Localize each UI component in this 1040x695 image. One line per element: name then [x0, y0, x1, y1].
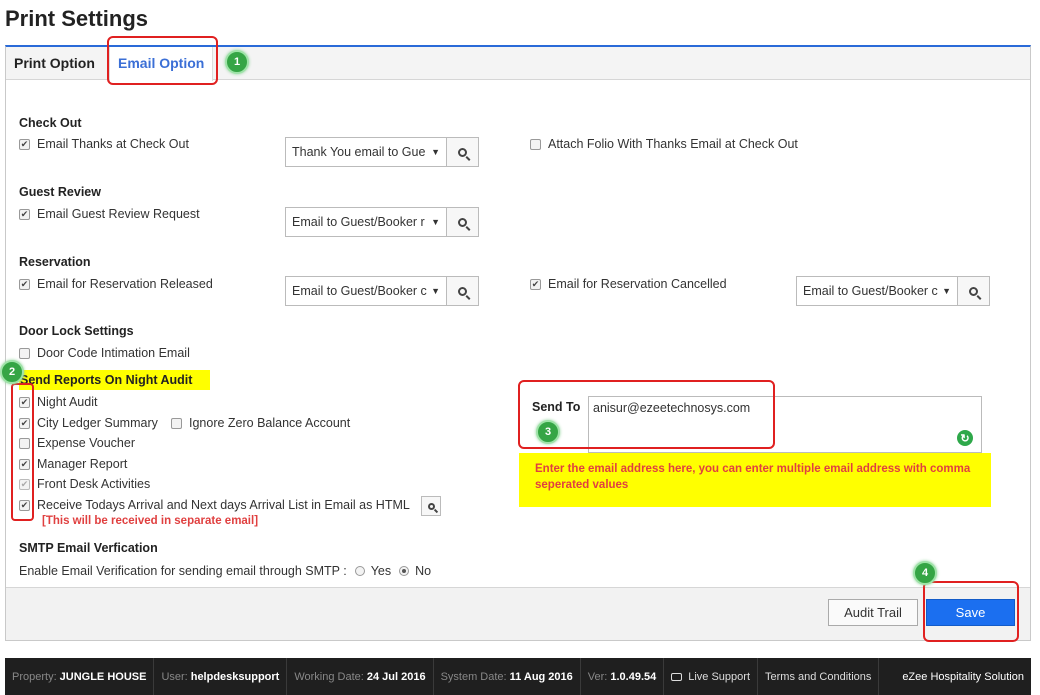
- caret-down-icon: ▼: [431, 147, 440, 157]
- review-select[interactable]: Email to Guest/Booker r ▼: [285, 207, 447, 237]
- status-bar: Property: JUNGLE HOUSE User: helpdesksuppo…: [5, 658, 1031, 695]
- reservation-released-select[interactable]: Email to Guest/Booker c ▼: [285, 276, 447, 306]
- review-select-group: Email to Guest/Booker r ▼: [285, 207, 479, 237]
- checkout-thanks-select[interactable]: Thank You email to Gue ▼: [285, 137, 447, 167]
- attach-folio-label: Attach Folio With Thanks Email at Check …: [548, 137, 798, 151]
- annotation-box-tab: [107, 36, 218, 85]
- attach-folio-checkbox[interactable]: Attach Folio With Thanks Email at Check …: [530, 137, 798, 151]
- checkbox-unchecked-icon: [19, 347, 30, 359]
- reservation-cancelled-select-group: Email to Guest/Booker c ▼: [796, 276, 990, 306]
- reservation-cancelled-select[interactable]: Email to Guest/Booker c ▼: [796, 276, 958, 306]
- refresh-icon[interactable]: ↻: [957, 430, 973, 446]
- smtp-yes-label[interactable]: Yes: [371, 564, 391, 578]
- annotation-box-checkboxes: [11, 383, 34, 521]
- status-working-date: Working Date: 24 Jul 2016: [287, 658, 434, 695]
- smtp-yes-radio[interactable]: [354, 566, 365, 576]
- reservation-released-label: Email for Reservation Released: [37, 277, 213, 291]
- checkbox-unchecked-icon: [530, 138, 541, 150]
- search-icon: [969, 286, 978, 296]
- manager-report-checkbox[interactable]: ✔ Manager Report: [19, 457, 127, 471]
- chat-icon: [671, 672, 683, 681]
- checkbox-checked-icon: ✔: [19, 278, 30, 290]
- review-checkbox[interactable]: ✔ Email Guest Review Request: [19, 207, 200, 221]
- arrival-list-checkbox[interactable]: ✔ Receive Todays Arrival and Next days A…: [19, 498, 410, 512]
- city-ledger-checkbox[interactable]: ✔ City Ledger Summary: [19, 416, 158, 430]
- page-title: Print Settings: [5, 6, 149, 31]
- annotation-badge-3: 3: [536, 420, 560, 444]
- checkout-thanks-select-group: Thank You email to Gue ▼: [285, 137, 479, 167]
- brand-label: eZee Hospitality Solution: [902, 670, 1024, 683]
- arrival-list-search-button[interactable]: [421, 496, 441, 516]
- search-icon: [458, 147, 467, 157]
- checkbox-unchecked-icon: [171, 417, 182, 429]
- reservation-title: Reservation: [19, 255, 91, 269]
- smtp-title: SMTP Email Verfication: [19, 541, 158, 555]
- reservation-released-checkbox[interactable]: ✔ Email for Reservation Released: [19, 277, 213, 291]
- status-version: Ver: 1.0.49.54: [581, 658, 665, 695]
- caret-down-icon: ▼: [431, 217, 440, 227]
- audit-trail-button[interactable]: Audit Trail: [828, 599, 918, 626]
- expense-voucher-checkbox[interactable]: Expense Voucher: [19, 436, 135, 450]
- doorlock-label: Door Code Intimation Email: [37, 346, 190, 360]
- caret-down-icon: ▼: [942, 286, 951, 296]
- checkout-thanks-search-button[interactable]: [447, 137, 479, 167]
- night-audit-title: Send Reports On Night Audit: [20, 373, 193, 387]
- checkbox-checked-icon: ✔: [19, 138, 30, 150]
- reservation-cancelled-search-button[interactable]: [958, 276, 990, 306]
- review-search-button[interactable]: [447, 207, 479, 237]
- reservation-released-search-button[interactable]: [447, 276, 479, 306]
- tab-print-option[interactable]: Print Option: [6, 47, 103, 80]
- review-label: Email Guest Review Request: [37, 207, 200, 221]
- search-icon: [458, 286, 467, 296]
- front-desk-activities-checkbox[interactable]: ✔ Front Desk Activities: [19, 477, 150, 491]
- annotation-badge-1: 1: [225, 50, 249, 74]
- doorlock-checkbox[interactable]: Door Code Intimation Email: [19, 346, 190, 360]
- smtp-no-label[interactable]: No: [415, 564, 431, 578]
- search-icon: [427, 502, 435, 510]
- search-icon: [458, 217, 467, 227]
- reservation-released-select-group: Email to Guest/Booker c ▼: [285, 276, 479, 306]
- send-to-hint: Enter the email address here, you can en…: [535, 463, 971, 491]
- review-title: Guest Review: [19, 185, 101, 199]
- checkbox-checked-icon: ✔: [19, 208, 30, 220]
- separate-email-note: [This will be received in separate email…: [42, 515, 259, 527]
- smtp-question: Enable Email Verification for sending em…: [19, 564, 347, 578]
- live-support-link[interactable]: Live Support: [664, 658, 758, 695]
- reservation-cancelled-checkbox[interactable]: ✔ Email for Reservation Cancelled: [530, 277, 727, 291]
- checkbox-checked-icon: ✔: [530, 278, 541, 290]
- reservation-cancelled-label: Email for Reservation Cancelled: [548, 277, 727, 291]
- checkout-thanks-checkbox[interactable]: ✔ Email Thanks at Check Out: [19, 137, 189, 151]
- smtp-no-radio[interactable]: [399, 566, 410, 576]
- doorlock-title: Door Lock Settings: [19, 324, 134, 338]
- terms-link[interactable]: Terms and Conditions: [758, 658, 880, 695]
- settings-panel: Print Option Email Option: [5, 45, 1031, 641]
- status-system-date: System Date: 11 Aug 2016: [434, 658, 581, 695]
- ignore-zero-balance-checkbox[interactable]: Ignore Zero Balance Account: [171, 416, 350, 430]
- annotation-box-save: [923, 581, 1019, 642]
- smtp-question-row: Enable Email Verification for sending em…: [19, 564, 431, 578]
- checkout-thanks-label: Email Thanks at Check Out: [37, 137, 189, 151]
- checkout-title: Check Out: [19, 116, 82, 130]
- caret-down-icon: ▼: [431, 286, 440, 296]
- status-property: Property: JUNGLE HOUSE: [5, 658, 155, 695]
- annotation-badge-2: 2: [0, 360, 24, 384]
- status-user: User: helpdesksupport: [154, 658, 288, 695]
- annotation-badge-4: 4: [913, 561, 937, 585]
